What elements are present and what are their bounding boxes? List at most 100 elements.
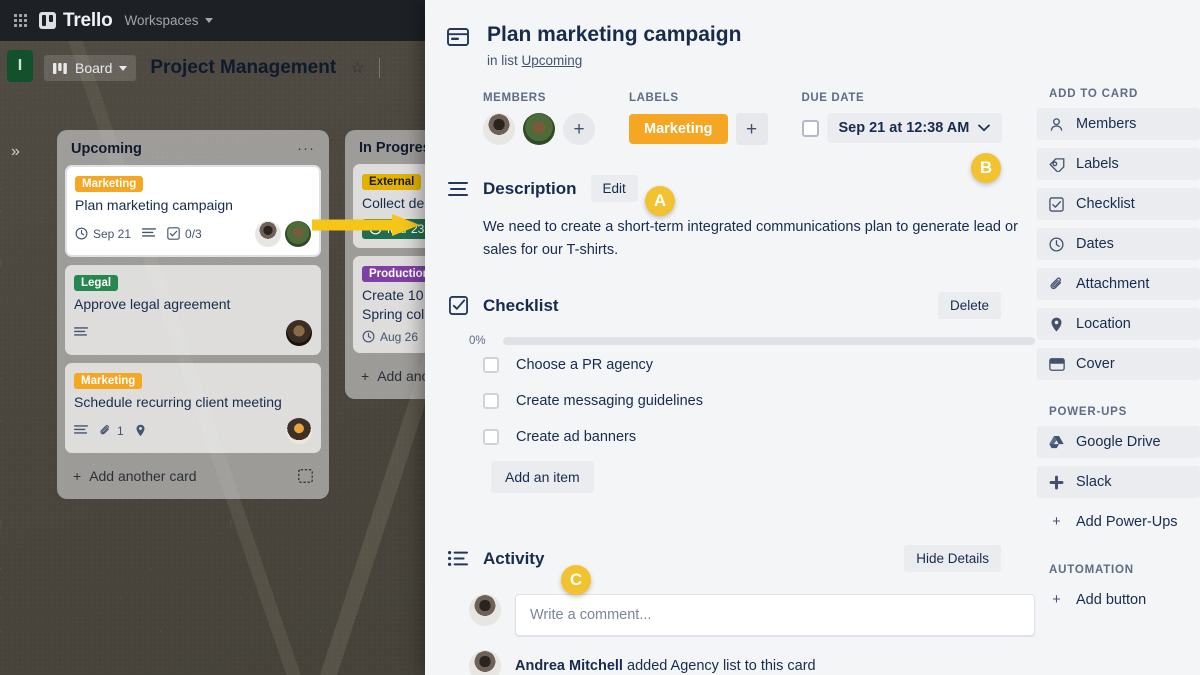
card-approve-legal-agreement[interactable]: Legal Approve legal agreement — [65, 264, 321, 355]
sidebar-item-checklist[interactable]: Checklist — [1037, 188, 1200, 220]
plus-icon: + — [361, 367, 370, 384]
sidebar-item-slack[interactable]: Slack — [1037, 466, 1200, 498]
edit-description-button[interactable]: Edit — [590, 175, 638, 203]
checklist-item-checkbox[interactable] — [483, 357, 499, 373]
card-plan-marketing-campaign[interactable]: Marketing Plan marketing campaign Sep 21 — [65, 165, 321, 257]
card-due-badge: Aug 26 — [362, 330, 418, 344]
sidebar-item-labels[interactable]: Labels — [1037, 148, 1200, 180]
card-title: Plan marketing campaign — [487, 23, 742, 46]
sidebar-item-cover[interactable]: Cover — [1037, 348, 1200, 380]
paperclip-icon — [1048, 277, 1065, 292]
card-schedule-recurring-client-meeting[interactable]: Marketing Schedule recurring client meet… — [65, 362, 321, 453]
card-detail-modal: Plan marketing campaign in list Upcoming… — [425, 0, 1200, 675]
clock-icon — [75, 227, 88, 240]
checklist-progress-percent: 0% — [469, 335, 486, 347]
card-badges: Sep 21 0/3 — [75, 220, 311, 247]
sidebar-item-dates[interactable]: Dates — [1037, 228, 1200, 260]
description-header: Description Edit — [447, 175, 1035, 203]
checklist-item[interactable]: Create messaging guidelines — [483, 383, 1035, 419]
add-power-ups-button[interactable]: + Add Power-Ups — [1037, 506, 1200, 538]
sidebar-item-label: Checklist — [1076, 196, 1135, 212]
activity-entry-author[interactable]: Andrea Mitchell — [515, 658, 623, 674]
sidebar-item-members[interactable]: Members — [1037, 108, 1200, 140]
card-attachment-count: 1 — [117, 423, 124, 438]
card-avatars — [286, 417, 312, 444]
due-date-checkbox[interactable] — [801, 119, 819, 137]
card-meta-row: MEMBERS + LABELS Marketing + DUE DATE Se… — [447, 92, 1035, 146]
sidebar-item-label: Attachment — [1076, 276, 1150, 292]
card-template-icon[interactable] — [298, 468, 313, 483]
avatar[interactable] — [286, 417, 312, 444]
checklist-item-checkbox[interactable] — [483, 429, 499, 445]
board-header: Board Project Management ☆ — [44, 55, 380, 81]
activity-header: Activity Hide Details — [447, 545, 1035, 572]
pin-icon — [1048, 317, 1065, 332]
add-label-button[interactable]: + — [735, 113, 768, 146]
add-automation-button[interactable]: + Add button — [1037, 584, 1200, 616]
description-text[interactable]: We need to create a short-term integrate… — [483, 216, 1023, 262]
in-list-link[interactable]: Upcoming — [522, 53, 583, 68]
card-title: Plan marketing campaign — [75, 197, 233, 213]
card-attachment-badge: 1 — [99, 424, 124, 438]
card-due-text: Aug 26 — [380, 329, 419, 344]
expand-sidebar-icon[interactable]: » — [11, 143, 20, 161]
card-badges — [74, 319, 312, 346]
add-to-card-heading: ADD TO CARD — [1049, 88, 1139, 100]
sidebar-item-label: Location — [1076, 316, 1131, 332]
label-chip-marketing[interactable]: Marketing — [629, 114, 728, 145]
checklist-item[interactable]: Choose a PR agency — [483, 347, 1035, 383]
avatar[interactable] — [523, 113, 555, 146]
delete-checklist-button[interactable]: Delete — [937, 292, 1001, 319]
board-view-button[interactable]: Board — [44, 55, 137, 81]
trello-logo[interactable]: Trello — [39, 10, 113, 32]
comment-input[interactable]: Write a comment... — [515, 594, 1035, 636]
checklist-item-checkbox[interactable] — [483, 393, 499, 409]
labels-label: LABELS — [629, 92, 679, 105]
comment-row: Write a comment... — [469, 594, 1035, 636]
pin-icon — [136, 424, 145, 437]
sidebar-item-label: Labels — [1076, 156, 1119, 172]
board-avatar[interactable]: I — [7, 50, 33, 82]
power-ups-heading: POWER-UPS — [1049, 406, 1128, 418]
avatar — [469, 650, 501, 675]
avatar[interactable] — [285, 220, 311, 247]
due-date-value: Sep 21 at 12:38 AM — [838, 120, 970, 137]
avatar[interactable] — [255, 220, 281, 247]
paperclip-icon — [100, 425, 109, 435]
add-another-card-button[interactable]: + Add another card — [65, 461, 321, 491]
workspaces-menu[interactable]: Workspaces — [124, 13, 213, 28]
due-date-button[interactable]: Sep 21 at 12:38 AM — [826, 113, 1003, 144]
checklist-header: Checklist Delete — [447, 292, 1035, 319]
add-checklist-item-button[interactable]: Add an item — [491, 461, 594, 493]
annotation-badge-c: C — [561, 565, 591, 595]
checklist-item-label: Create ad banners — [516, 429, 637, 445]
sidebar-item-attachment[interactable]: Attachment — [1037, 268, 1200, 300]
trello-mark-icon — [39, 12, 56, 29]
card-avatars — [255, 220, 311, 247]
chevron-down-icon — [978, 124, 991, 132]
activity-entry-text: Andrea Mitchell added Agency list to thi… — [515, 658, 816, 674]
card-title: Schedule recurring client meeting — [74, 393, 282, 410]
apps-grid-icon[interactable] — [14, 14, 27, 27]
card-title-row: Plan marketing campaign in list Upcoming — [447, 22, 1035, 68]
card-checklist-badge: 0/3 — [167, 227, 202, 241]
star-icon[interactable]: ☆ — [350, 58, 364, 78]
card-avatars — [286, 319, 312, 346]
list-menu-icon[interactable]: ··· — [297, 140, 315, 157]
checkbox-icon — [167, 227, 180, 241]
card-modal-main: Plan marketing campaign in list Upcoming… — [425, 0, 1035, 675]
sidebar-item-google-drive[interactable]: Google Drive — [1037, 426, 1200, 458]
avatar[interactable] — [286, 319, 312, 346]
tag-icon — [1048, 157, 1065, 172]
description-icon — [447, 181, 469, 196]
hide-details-button[interactable]: Hide Details — [904, 545, 1001, 572]
description-icon — [142, 228, 157, 238]
sidebar-item-label: Dates — [1076, 236, 1114, 252]
board-view-icon — [53, 62, 67, 74]
checklist-item[interactable]: Create ad banners — [483, 419, 1035, 455]
sidebar-item-location[interactable]: Location — [1037, 308, 1200, 340]
avatar[interactable] — [483, 113, 515, 146]
list-title: Upcoming — [71, 140, 142, 157]
add-member-button[interactable]: + — [563, 113, 595, 146]
checklist-title: Checklist — [483, 295, 559, 315]
